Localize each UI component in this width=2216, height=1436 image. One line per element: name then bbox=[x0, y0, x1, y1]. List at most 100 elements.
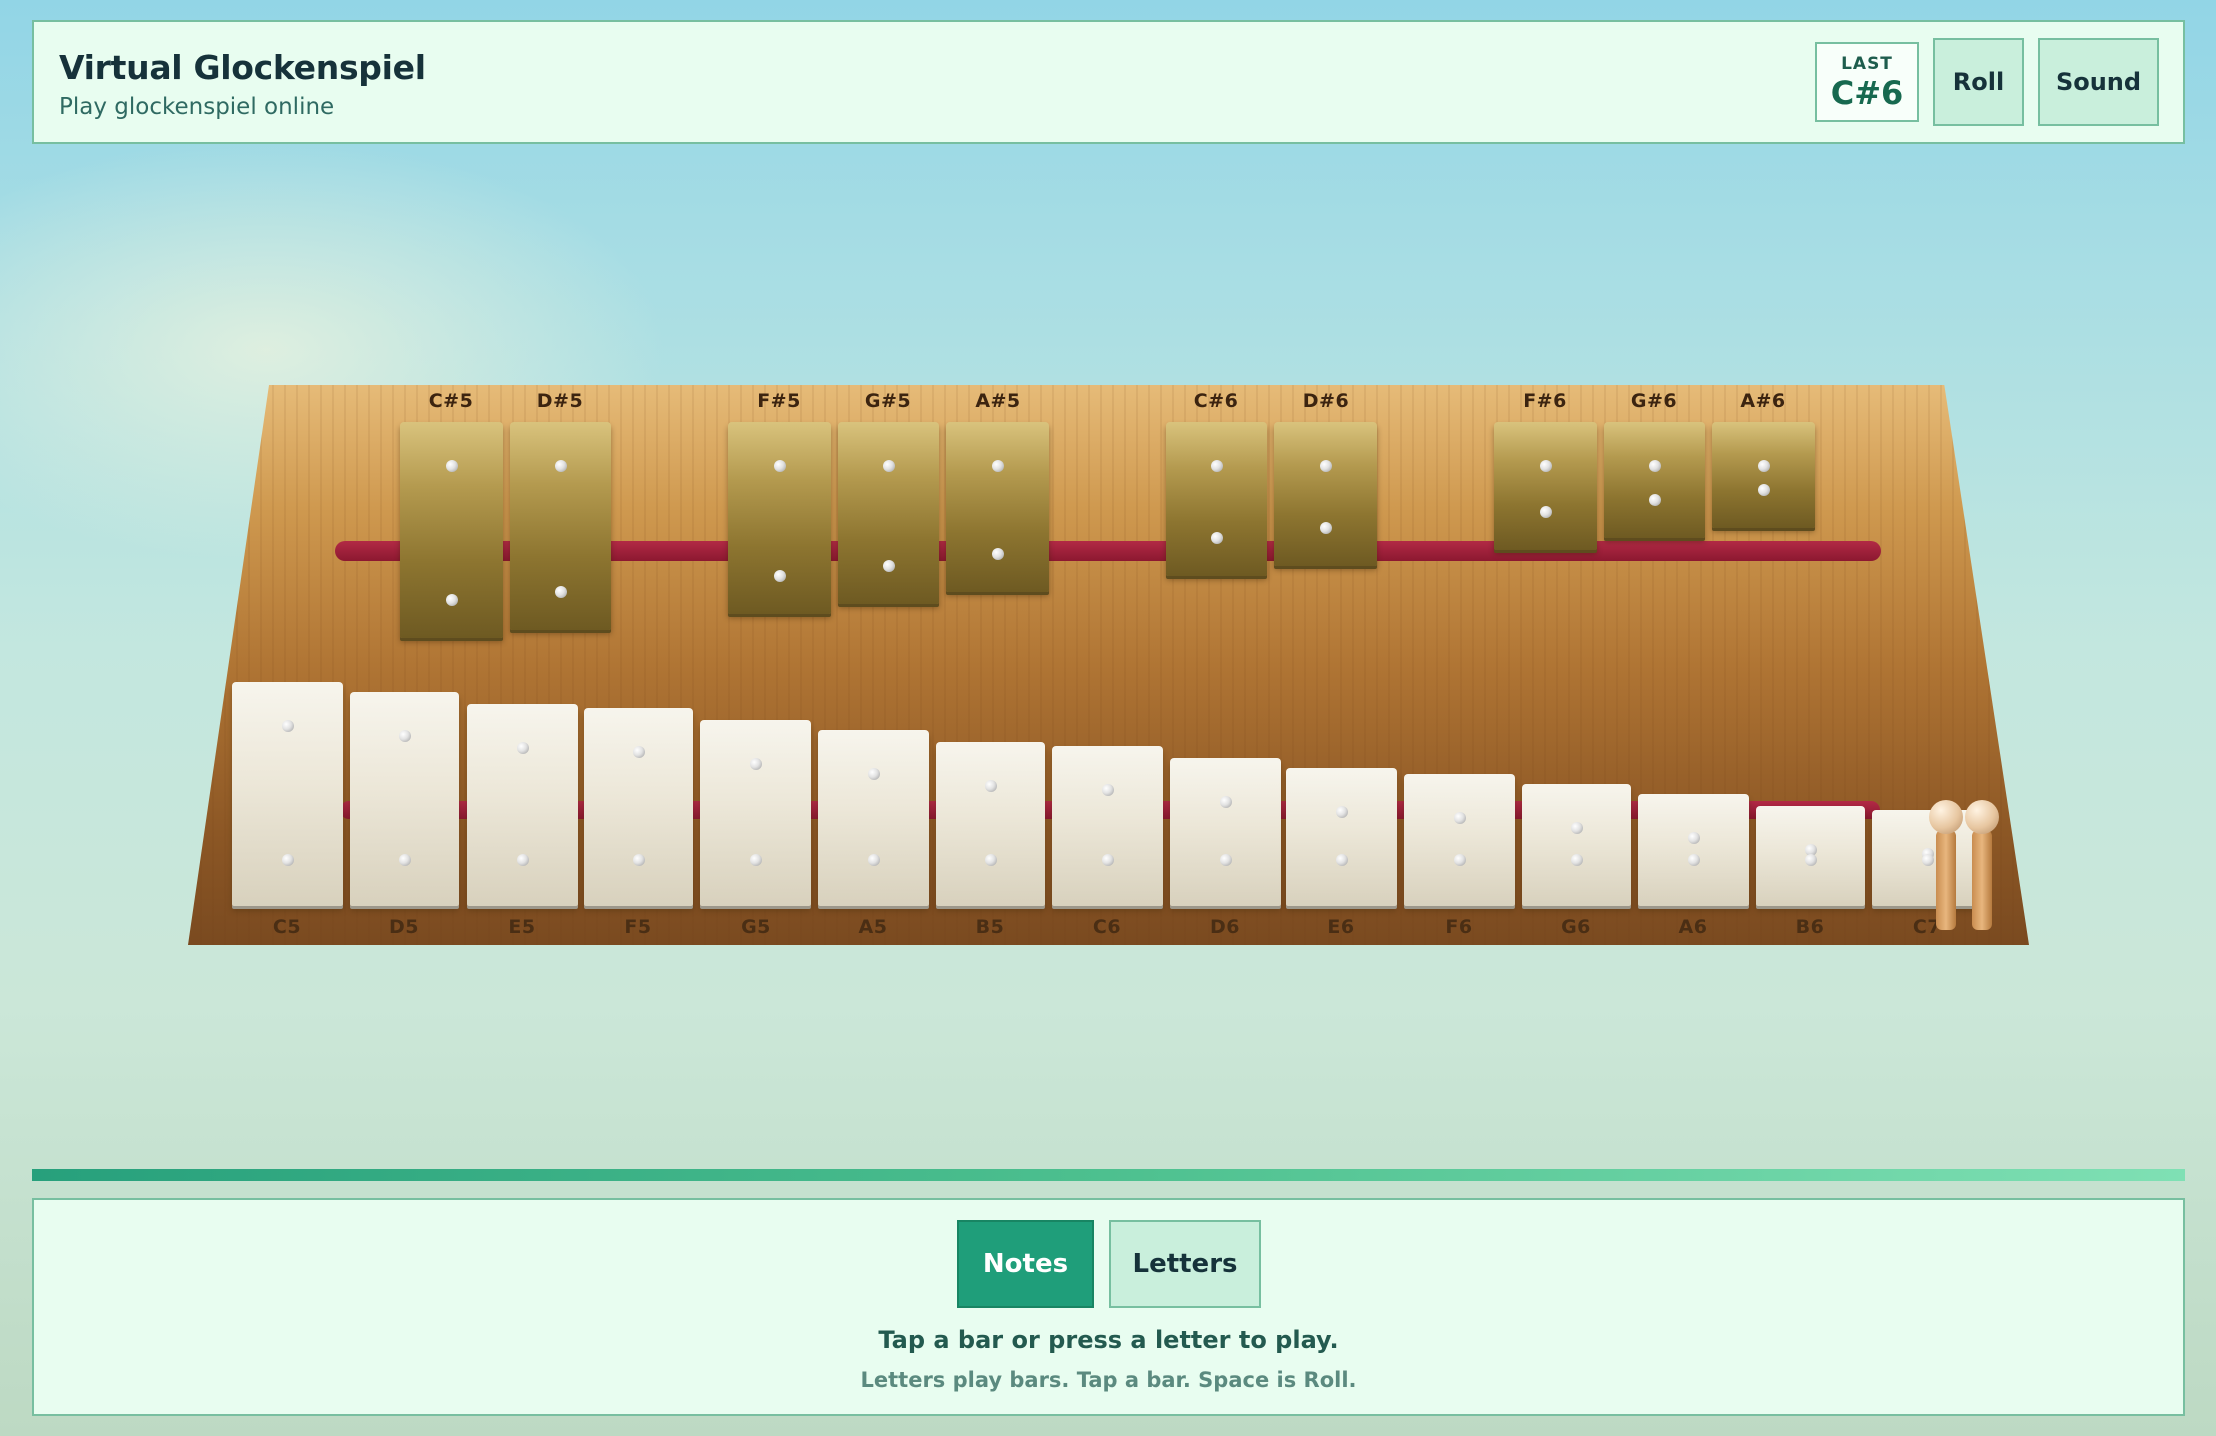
note-label-f6: F6 bbox=[1445, 916, 1473, 938]
rivet bbox=[984, 780, 997, 792]
note-label-g-sharp6: G#6 bbox=[1630, 390, 1678, 412]
rivet bbox=[867, 854, 880, 866]
rivet bbox=[773, 460, 786, 472]
bar-d-sharp6[interactable] bbox=[1274, 422, 1377, 566]
rivet bbox=[1219, 796, 1232, 808]
bar-g5[interactable] bbox=[700, 720, 811, 906]
note-label-a5: A5 bbox=[858, 916, 888, 938]
bar-a6[interactable] bbox=[1638, 794, 1749, 906]
glockenspiel-stage: C#5 D#5 F#5 G#5 A#5 C#6 D#6 F#6 G#6 A#6 C5 D5 E5 F5 G5… bbox=[0, 0, 2216, 1000]
bar-c6[interactable] bbox=[1052, 746, 1163, 906]
notes-mode-button[interactable]: Notes bbox=[957, 1220, 1094, 1308]
note-label-a6: A6 bbox=[1678, 916, 1708, 938]
note-label-e5: E5 bbox=[508, 916, 536, 938]
rivet bbox=[1757, 484, 1770, 496]
bar-a-sharp5[interactable] bbox=[946, 422, 1049, 592]
bar-e5[interactable] bbox=[467, 704, 578, 906]
rivet bbox=[1319, 460, 1332, 472]
rivet bbox=[882, 460, 895, 472]
bar-c-sharp6[interactable] bbox=[1166, 422, 1267, 576]
rivet bbox=[1921, 854, 1934, 866]
note-label-c5: C5 bbox=[272, 916, 302, 938]
note-label-g-sharp5: G#5 bbox=[864, 390, 912, 412]
mallet-head[interactable] bbox=[1965, 800, 1999, 834]
rivet bbox=[1804, 854, 1817, 866]
rivet bbox=[749, 854, 762, 866]
rivet bbox=[1570, 854, 1583, 866]
bar-a5[interactable] bbox=[818, 730, 929, 906]
rivet bbox=[991, 548, 1004, 560]
mallet-handle bbox=[1972, 830, 1992, 930]
play-instructions: Tap a bar or press a letter to play. bbox=[878, 1326, 1339, 1354]
note-label-f-sharp6: F#6 bbox=[1523, 390, 1567, 412]
note-label-g6: G6 bbox=[1561, 916, 1591, 938]
rivet bbox=[1219, 854, 1232, 866]
accent-strip bbox=[32, 1169, 2185, 1181]
rivet bbox=[281, 854, 294, 866]
bar-d5[interactable] bbox=[350, 692, 459, 906]
bar-b5[interactable] bbox=[936, 742, 1045, 906]
rivet bbox=[445, 460, 458, 472]
rivet bbox=[516, 854, 529, 866]
note-label-b5: B5 bbox=[975, 916, 1005, 938]
keyboard-hint: Letters play bars. Tap a bar. Space is R… bbox=[860, 1368, 1357, 1392]
note-label-d-sharp5: D#5 bbox=[536, 390, 584, 412]
rivet bbox=[398, 854, 411, 866]
rivet bbox=[773, 570, 786, 582]
note-label-c6: C6 bbox=[1092, 916, 1122, 938]
note-label-c-sharp5: C#5 bbox=[428, 390, 474, 412]
note-label-a-sharp5: A#5 bbox=[975, 390, 1021, 412]
rivet bbox=[554, 460, 567, 472]
rivet bbox=[1687, 854, 1700, 866]
rivet bbox=[1101, 854, 1114, 866]
rivet bbox=[867, 768, 880, 780]
rivet bbox=[1319, 522, 1332, 534]
note-label-a-sharp6: A#6 bbox=[1740, 390, 1786, 412]
bar-c-sharp5[interactable] bbox=[400, 422, 503, 638]
rivet bbox=[632, 746, 645, 758]
note-label-d-sharp6: D#6 bbox=[1302, 390, 1350, 412]
note-label-c7: C7 bbox=[1912, 916, 1942, 938]
rivet bbox=[991, 460, 1004, 472]
bar-d6[interactable] bbox=[1170, 758, 1281, 906]
mallet-head[interactable] bbox=[1929, 800, 1963, 834]
control-panel: Notes Letters Tap a bar or press a lette… bbox=[32, 1198, 2185, 1416]
note-label-b6: B6 bbox=[1795, 916, 1825, 938]
note-label-e6: E6 bbox=[1327, 916, 1355, 938]
rivet bbox=[1648, 494, 1661, 506]
bar-g-sharp6[interactable] bbox=[1604, 422, 1705, 538]
bar-f-sharp6[interactable] bbox=[1494, 422, 1597, 550]
bar-g-sharp5[interactable] bbox=[838, 422, 939, 604]
bar-c5[interactable] bbox=[232, 682, 343, 906]
rivet bbox=[1687, 832, 1700, 844]
rivet bbox=[1539, 506, 1552, 518]
rivet bbox=[1101, 784, 1114, 796]
bar-f-sharp5[interactable] bbox=[728, 422, 831, 614]
bar-a-sharp6[interactable] bbox=[1712, 422, 1815, 528]
rivet bbox=[445, 594, 458, 606]
rivet bbox=[632, 854, 645, 866]
rivet bbox=[984, 854, 997, 866]
rivet bbox=[398, 730, 411, 742]
bar-e6[interactable] bbox=[1286, 768, 1397, 906]
rivet bbox=[1453, 854, 1466, 866]
bar-d-sharp5[interactable] bbox=[510, 422, 611, 630]
rivet bbox=[554, 586, 567, 598]
rivet bbox=[1210, 532, 1223, 544]
bar-f6[interactable] bbox=[1404, 774, 1515, 906]
rivet bbox=[1757, 460, 1770, 472]
rivet bbox=[281, 720, 294, 732]
rivet bbox=[1539, 460, 1552, 472]
note-label-c-sharp6: C#6 bbox=[1193, 390, 1239, 412]
bar-f5[interactable] bbox=[584, 708, 693, 906]
bar-g6[interactable] bbox=[1522, 784, 1631, 906]
bar-b6[interactable] bbox=[1756, 806, 1865, 906]
note-label-g5: G5 bbox=[741, 916, 771, 938]
note-label-f5: F5 bbox=[624, 916, 652, 938]
rivet bbox=[1335, 854, 1348, 866]
note-label-d5: D5 bbox=[389, 916, 419, 938]
rivet bbox=[1335, 806, 1348, 818]
letters-mode-button[interactable]: Letters bbox=[1109, 1220, 1261, 1308]
rivet bbox=[1570, 822, 1583, 834]
note-label-f-sharp5: F#5 bbox=[757, 390, 801, 412]
